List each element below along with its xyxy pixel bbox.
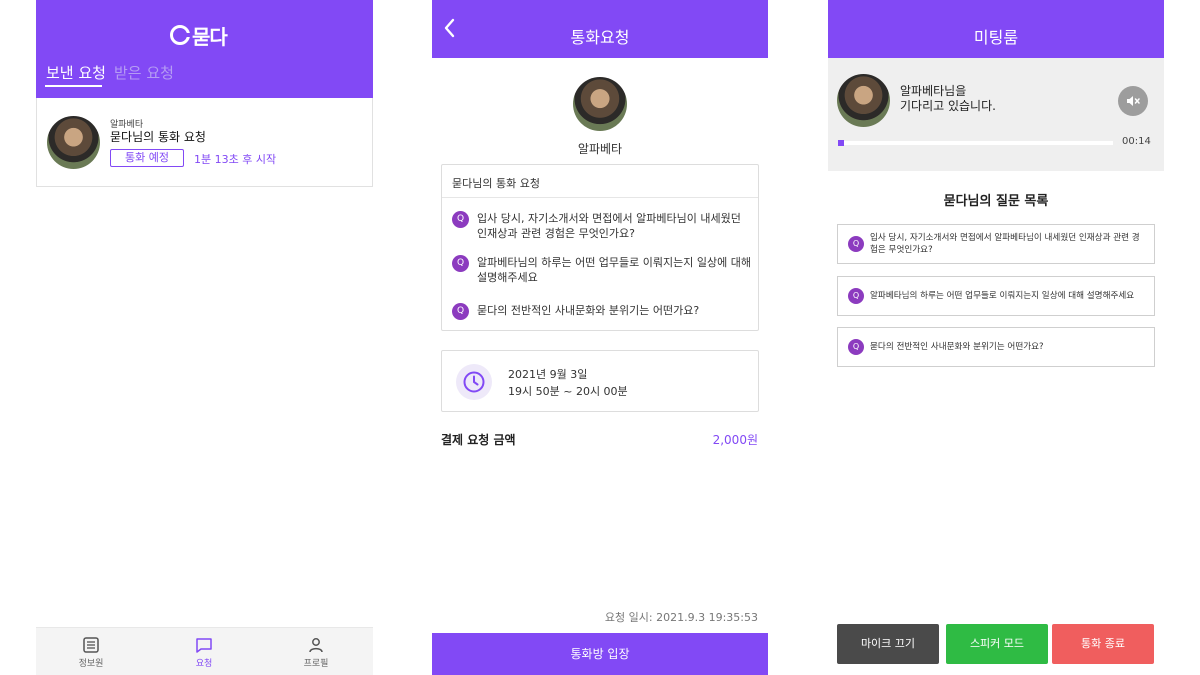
question-text: 묻다의 전반적인 사내문화와 분위기는 어떤가요? [870,342,1044,352]
active-tab-indicator [45,85,102,87]
speaker-mute-icon [1127,96,1140,106]
app-logo: 묻다 [170,22,228,49]
question-text: 알파베타님의 하루는 어떤 업무들로 이뤄지는지 일상에 대해 설명해주세요 [870,291,1135,301]
app-header: 통화요청 [432,0,768,58]
question-icon: Q [848,339,864,355]
question-icon: Q [452,211,469,228]
logo-text: 묻다 [192,24,228,49]
app-header: 묻다 보낸 요청 받은 요청 [36,0,373,98]
question-text: 알파베타님의 하루는 어떤 업무들로 이뤄지는지 일상에 대해 설명해주세요 [477,256,751,284]
mentor-name: 알파베타 [577,142,623,156]
waiting-line-1: 알파베타님을 [900,84,967,98]
app-header: 미팅룸 [828,0,1164,58]
call-request-screen: 통화요청 알파베타 묻다님의 통화 요청 Q 입사 당시, 자기소개서와 면접에… [432,0,768,675]
nav-label-profile: 프로필 [303,659,329,669]
list-item: Q 묻다의 전반적인 사내문화와 분위기는 어떤가요? [837,327,1155,367]
avatar [837,74,890,127]
request-card[interactable]: 알파베타 묻다님의 통화 요청 통화 예정 1분 13초 후 시작 [36,98,373,187]
waiting-panel: 알파베타님을 기다리고 있습니다. 00:14 [828,58,1164,171]
call-progress-bar [838,140,1113,146]
list-item: Q 알파베타님의 하루는 어떤 업무들로 이뤄지는지 일상에 대해 설명해주세요 [837,276,1155,316]
speaker-mute-button[interactable] [1118,86,1148,116]
speaker-mode-button[interactable]: 스피커 모드 [946,624,1048,664]
elapsed-time: 00:14 [1122,136,1151,147]
question-icon: Q [848,288,864,304]
question-text: 묻다의 전반적인 사내문화와 분위기는 어떤가요? [477,304,700,317]
clock-icon [456,364,492,400]
requests-screen: 묻다 보낸 요청 받은 요청 알파베타 묻다님의 통화 요청 통화 예정 1분 … [36,0,373,675]
divider [442,197,758,198]
person-icon [309,638,323,653]
progress-fill [838,140,844,146]
request-datetime: 요청 일시: 2021.9.3 19:35:53 [604,611,758,624]
list-item: Q 알파베타님의 하루는 어떤 업무들로 이뤄지는지 일상에 대해 설명해주세요 [452,255,752,285]
enter-call-room-button[interactable]: 통화방 입장 [432,633,768,675]
schedule-time-range: 19시 50분 ~ 20시 00분 [508,385,628,398]
mic-off-button[interactable]: 마이크 끄기 [837,624,939,664]
list-item: Q 입사 당시, 자기소개서와 면접에서 알파베타님이 내세웠던 인재상과 관련… [837,224,1155,264]
nav-label-request: 요청 [195,659,213,669]
waiting-message: 알파베타님을 기다리고 있습니다. [900,84,996,114]
waiting-line-2: 기다리고 있습니다. [900,99,996,113]
page-title: 미팅룸 [973,28,1019,47]
question-list-header: 묻다님의 통화 요청 [452,177,540,190]
list-item: Q 입사 당시, 자기소개서와 면접에서 알파베타님이 내세웠던 인재상과 관련… [452,211,752,241]
chat-icon [196,638,212,653]
page-title: 통화요청 [570,28,630,47]
question-text: 입사 당시, 자기소개서와 면접에서 알파베타님이 내세웠던 인재상과 관련 경… [870,233,1140,255]
nav-item-profile[interactable]: 프로필 [286,636,346,669]
countdown-text: 1분 13초 후 시작 [194,153,277,166]
tab-sent-requests[interactable]: 보낸 요청 [46,62,106,83]
list-item: Q 묻다의 전반적인 사내문화와 분위기는 어떤가요? [452,303,752,320]
question-list: 묻다님의 통화 요청 Q 입사 당시, 자기소개서와 면접에서 알파베타님이 내… [441,164,759,331]
payment-amount: 2,000원 [712,433,758,447]
question-icon: Q [452,255,469,272]
question-icon: Q [848,236,864,252]
request-title: 묻다님의 통화 요청 [110,130,206,144]
tab-received-requests[interactable]: 받은 요청 [114,62,174,83]
avatar [573,77,627,131]
payment-label: 결제 요청 금액 [441,433,516,447]
status-badge: 통화 예정 [110,149,184,167]
question-text: 입사 당시, 자기소개서와 면접에서 알파베타님이 내세웠던 인재상과 관련 경… [477,212,741,240]
nav-label-info: 정보원 [78,659,104,669]
question-icon: Q [452,303,469,320]
schedule-box: 2021년 9월 3일 19시 50분 ~ 20시 00분 [441,350,759,412]
nav-item-request[interactable]: 요청 [174,636,234,669]
logo-icon [170,25,192,45]
list-icon [83,637,99,653]
meeting-room-screen: 미팅룸 알파베타님을 기다리고 있습니다. 00:14 묻다님의 질문 목록 Q… [828,0,1164,675]
avatar [47,116,100,169]
nav-item-info[interactable]: 정보원 [61,636,121,669]
bottom-nav: 정보원 요청 프로필 [36,627,373,675]
end-call-button[interactable]: 통화 종료 [1052,624,1154,664]
question-list-title: 묻다님의 질문 목록 [943,194,1049,209]
schedule-date: 2021년 9월 3일 [508,368,588,381]
